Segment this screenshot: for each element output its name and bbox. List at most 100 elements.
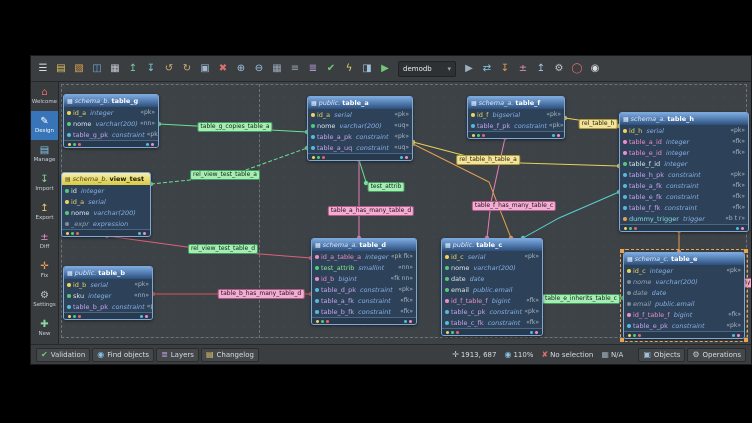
- table-table_f[interactable]: ▦schema_a.table_fid_fbigserial«pk»table_…: [467, 96, 565, 139]
- relationship-label[interactable]: table_f_has_many_table_c: [472, 201, 556, 211]
- selection-handle[interactable]: [620, 249, 624, 253]
- table-table_d[interactable]: ▦schema_a.table_did_a_table_ainteger«pk …: [311, 238, 417, 325]
- sidebar-item-fix[interactable]: ✛Fix: [31, 256, 58, 285]
- column-row[interactable]: table_f_pkconstraint«pk»: [468, 120, 564, 131]
- stop-icon[interactable]: ◯: [569, 61, 585, 77]
- sidebar-item-export[interactable]: ↥Export: [31, 198, 58, 227]
- relationship-label[interactable]: table_e_inherits_table_c: [542, 294, 620, 304]
- column-row[interactable]: nomevarchar(200)«uq»: [308, 120, 412, 131]
- settings-icon[interactable]: ⚙: [551, 61, 567, 77]
- column-row[interactable]: table_e_fkconstraint«fk»: [620, 191, 748, 202]
- relationship-label[interactable]: table_a_has_many_table_d: [328, 206, 414, 216]
- column-row[interactable]: table_a_idinteger«fk»: [620, 136, 748, 147]
- sidebar-item-design[interactable]: ✎Design: [31, 111, 58, 140]
- column-row[interactable]: id_aserial: [62, 196, 150, 207]
- import-icon[interactable]: ↧: [143, 61, 159, 77]
- column-row[interactable]: _exprexpression: [62, 218, 150, 229]
- layers-icon[interactable]: ≣: [305, 61, 321, 77]
- open-model-icon[interactable]: ▧: [71, 61, 87, 77]
- delete-icon[interactable]: ✖: [215, 61, 231, 77]
- column-row[interactable]: table_a_fkconstraint«fk»: [312, 295, 416, 306]
- import-db-icon[interactable]: ↧: [497, 61, 513, 77]
- table-header[interactable]: ▤schema_b.view_test: [62, 173, 150, 185]
- save-model-icon[interactable]: ◫: [89, 61, 105, 77]
- copy-icon[interactable]: ▣: [197, 61, 213, 77]
- about-icon[interactable]: ◉: [587, 61, 603, 77]
- table-header[interactable]: ▦schema_c.table_e: [624, 253, 744, 265]
- table-header[interactable]: ▦schema_a.table_h: [620, 113, 748, 125]
- relationship-label[interactable]: rel_view_test_table_a: [190, 170, 260, 180]
- table-table_e[interactable]: ▦schema_c.table_eid_cinteger«pk»nomevarc…: [623, 252, 745, 339]
- sidebar-item-diff[interactable]: ±Diff: [31, 227, 58, 256]
- column-row[interactable]: table_f_fkconstraint«fk»: [620, 202, 748, 213]
- column-row[interactable]: nomevarchar(200): [624, 276, 744, 287]
- table-header[interactable]: ▦public.table_b: [64, 267, 152, 279]
- diff-icon[interactable]: ±: [515, 61, 531, 77]
- play-icon[interactable]: ▶: [461, 61, 477, 77]
- find-objects-button[interactable]: ◉Find objects: [92, 348, 154, 362]
- database-combo[interactable]: demodb ▾: [398, 61, 456, 77]
- column-row[interactable]: id_f_table_fbigint«fk»: [624, 309, 744, 320]
- table-header[interactable]: ▦public.table_c: [442, 239, 542, 251]
- grid-icon[interactable]: ▦: [269, 61, 285, 77]
- zoom-in-icon[interactable]: ⊕: [233, 61, 249, 77]
- table-table_a[interactable]: ▦public.table_aid_aserial«pk»nomevarchar…: [307, 96, 413, 161]
- objects-button[interactable]: ▣Objects: [638, 348, 685, 362]
- selection-handle[interactable]: [744, 249, 748, 253]
- column-row[interactable]: idinteger: [62, 185, 150, 196]
- column-row[interactable]: emailpublic.email: [442, 284, 542, 295]
- relationship-label[interactable]: rel_table_h_table_a: [456, 155, 520, 165]
- zoom-out-icon[interactable]: ⊖: [251, 61, 267, 77]
- column-row[interactable]: id_bserial«pk»: [64, 279, 152, 290]
- relationship-label[interactable]: table_b_has_many_table_d: [218, 289, 305, 299]
- column-row[interactable]: id_f_table_fbigint«fk»: [442, 295, 542, 306]
- layers-button[interactable]: ≣Layers: [156, 348, 199, 362]
- column-row[interactable]: table_e_idinteger«fk»: [620, 147, 748, 158]
- column-row[interactable]: datedate: [442, 273, 542, 284]
- menu-icon[interactable]: ☰: [35, 61, 51, 77]
- relationship-label[interactable]: table_g_copies_table_a: [197, 122, 272, 132]
- column-row[interactable]: nomevarchar(200): [442, 262, 542, 273]
- column-row[interactable]: dummy_triggertrigger«b t r»: [620, 213, 748, 224]
- relationship-label[interactable]: rel_view_test_table_d: [188, 244, 258, 254]
- sidebar-item-import[interactable]: ↧Import: [31, 169, 58, 198]
- table-table_g[interactable]: ▦schema_b.table_gid_ainteger«pk»nomevarc…: [63, 94, 159, 148]
- column-row[interactable]: table_h_pkconstraint«pk»: [620, 169, 748, 180]
- table-view_test[interactable]: ▤schema_b.view_testidintegerid_aserialno…: [61, 172, 151, 237]
- column-row[interactable]: id_aserial«pk»: [308, 109, 412, 120]
- relationship-label[interactable]: rel_table_h: [579, 119, 618, 129]
- diagram-canvas[interactable]: table_g_copies_table_a rel_view_test_tabl…: [59, 82, 751, 344]
- table-table_h[interactable]: ▦schema_a.table_hid_hserial«pk»table_a_i…: [619, 112, 749, 232]
- column-row[interactable]: id_fbigserial«pk»: [468, 109, 564, 120]
- column-row[interactable]: table_c_fkconstraint«fk»: [442, 317, 542, 328]
- column-row[interactable]: emailpublic.email: [624, 298, 744, 309]
- undo-icon[interactable]: ↺: [161, 61, 177, 77]
- column-row[interactable]: id_a_table_ainteger«pk fk»: [312, 251, 416, 262]
- changelog-button[interactable]: ▤Changelog: [201, 348, 259, 362]
- table-table_c[interactable]: ▦public.table_cid_cserial«pk»nomevarchar…: [441, 238, 543, 336]
- selection-handle[interactable]: [620, 338, 624, 342]
- connect-icon[interactable]: ⇄: [479, 61, 495, 77]
- operations-button[interactable]: ⚙Operations: [687, 348, 746, 362]
- sidebar-item-new[interactable]: ✚New: [31, 314, 58, 343]
- objects-view-icon[interactable]: ◨: [359, 61, 375, 77]
- validation-icon[interactable]: ✔: [323, 61, 339, 77]
- column-row[interactable]: id_bbigint«fk nn»: [312, 273, 416, 284]
- table-header[interactable]: ▦schema_b.table_g: [64, 95, 158, 107]
- column-row[interactable]: table_g_pkconstraint«pk»: [64, 129, 158, 140]
- column-row[interactable]: nomevarchar(200)«nn»: [64, 118, 158, 129]
- column-row[interactable]: table_d_pkconstraint«pk»: [312, 284, 416, 295]
- column-row[interactable]: datedate: [624, 287, 744, 298]
- selection-handle[interactable]: [744, 338, 748, 342]
- column-row[interactable]: table_b_pkconstraint«pk»: [64, 301, 152, 312]
- sidebar-item-settings[interactable]: ⚙Settings: [31, 285, 58, 314]
- sql-icon[interactable]: ϟ: [341, 61, 357, 77]
- column-row[interactable]: id_cserial«pk»: [442, 251, 542, 262]
- column-row[interactable]: table_a_uqconstraint«uq»: [308, 142, 412, 153]
- export-db-icon[interactable]: ↥: [533, 61, 549, 77]
- align-icon[interactable]: ≡: [287, 61, 303, 77]
- column-row[interactable]: table_c_pkconstraint«pk»: [442, 306, 542, 317]
- column-row[interactable]: table_a_pkconstraint«pk»: [308, 131, 412, 142]
- table-table_b[interactable]: ▦public.table_bid_bserial«pk»skuinteger«…: [63, 266, 153, 320]
- column-row[interactable]: table_a_fkconstraint«fk»: [620, 180, 748, 191]
